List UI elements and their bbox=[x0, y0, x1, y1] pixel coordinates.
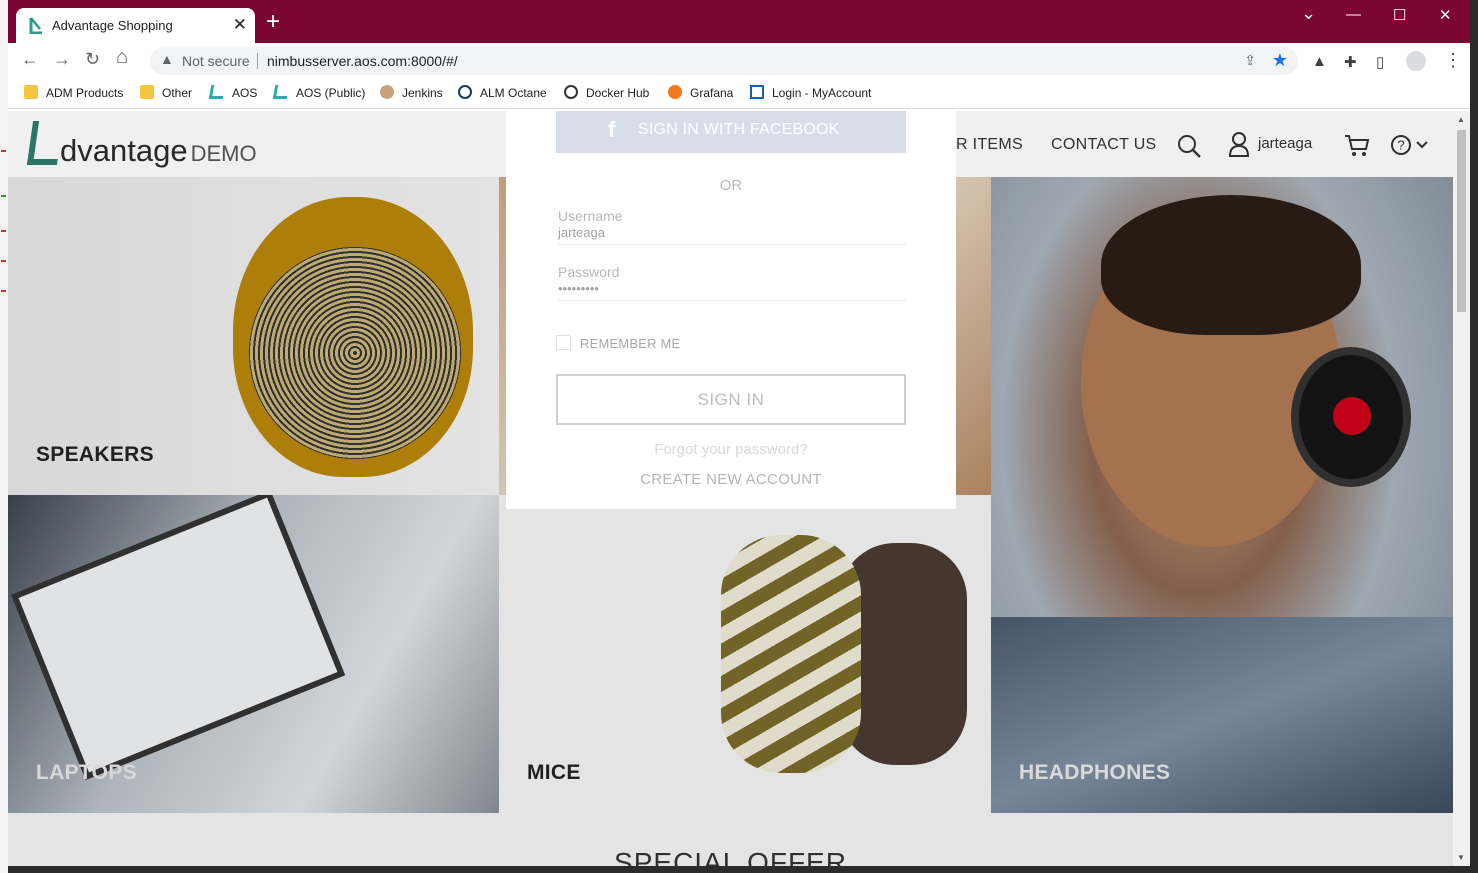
bookmark-label: Grafana bbox=[690, 86, 734, 100]
bookmark-docker-hub[interactable]: Docker Hub bbox=[564, 85, 649, 100]
extensions-puzzle-icon[interactable]: ✚ bbox=[1344, 53, 1357, 71]
bookmark-aos[interactable]: AOS bbox=[208, 85, 258, 100]
web-page: dvantage DEMO R ITEMS CONTACT US jarteaga… bbox=[8, 111, 1453, 866]
tab-title: Advantage Shopping bbox=[52, 18, 173, 33]
aos-favicon-icon bbox=[29, 17, 42, 34]
bookmark-adm-products[interactable]: ADM Products bbox=[24, 85, 123, 100]
password-placeholder: Password bbox=[558, 264, 620, 280]
new-tab-button[interactable]: + bbox=[266, 8, 280, 36]
security-label[interactable]: Not secure bbox=[182, 53, 250, 69]
bookmark-label: AOS bbox=[232, 86, 258, 100]
desktop-mark bbox=[1, 150, 6, 152]
folder-icon bbox=[140, 85, 154, 99]
scroll-up-icon[interactable]: ▲ bbox=[1457, 115, 1465, 124]
aos-icon bbox=[208, 85, 226, 99]
grafana-icon bbox=[668, 85, 682, 99]
reload-icon[interactable]: ↻ bbox=[85, 49, 100, 70]
username-value[interactable]: jarteaga bbox=[558, 225, 906, 240]
remember-me-checkbox[interactable] bbox=[556, 335, 571, 350]
address-bar[interactable]: ▲ Not secure nimbusserver.aos.com:8000/#… bbox=[150, 47, 1298, 75]
desktop-mark bbox=[1, 260, 6, 262]
bookmark-label: Other bbox=[162, 86, 193, 100]
bookmark-label: AOS (Public) bbox=[296, 86, 366, 100]
docker-icon bbox=[564, 85, 578, 99]
bookmark-label: ADM Products bbox=[46, 86, 124, 100]
extension-drive-icon[interactable]: ▲ bbox=[1312, 53, 1327, 70]
warning-icon: ▲ bbox=[160, 51, 174, 67]
password-field[interactable]: Password ••••••••• bbox=[558, 264, 906, 301]
maximize-button[interactable]: ☐ bbox=[1393, 6, 1406, 24]
login-modal: f SIGN IN WITH FACEBOOK OR Username jart… bbox=[506, 111, 956, 509]
forgot-password-link[interactable]: Forgot your password? bbox=[506, 441, 956, 458]
side-panel-icon[interactable]: ▯ bbox=[1376, 53, 1384, 71]
scroll-down-icon[interactable]: ▼ bbox=[1457, 853, 1465, 862]
jenkins-icon bbox=[380, 85, 394, 99]
aos-icon bbox=[272, 85, 290, 99]
folder-icon bbox=[24, 85, 38, 99]
desktop-mark bbox=[1, 230, 6, 232]
bookmarks-bar: ADM Products Other AOS AOS (Public) Jenk… bbox=[8, 79, 1470, 109]
scrollbar-thumb[interactable] bbox=[1457, 130, 1466, 312]
password-value[interactable]: ••••••••• bbox=[558, 281, 906, 296]
bookmark-grafana[interactable]: Grafana bbox=[668, 85, 733, 100]
bookmark-aos-public[interactable]: AOS (Public) bbox=[272, 85, 366, 100]
sign-in-button[interactable]: SIGN IN bbox=[556, 374, 906, 425]
browser-menu-icon[interactable]: ⋮ bbox=[1444, 50, 1462, 71]
facebook-icon: f bbox=[608, 117, 616, 142]
facebook-signin-label: SIGN IN WITH FACEBOOK bbox=[638, 121, 840, 138]
remember-me-label: REMEMBER ME bbox=[580, 336, 681, 351]
close-window-button[interactable]: ✕ bbox=[1439, 6, 1452, 24]
forward-icon[interactable]: → bbox=[53, 49, 71, 70]
tab-close-icon[interactable]: ✕ bbox=[233, 15, 247, 35]
bookmark-label: ALM Octane bbox=[480, 86, 547, 100]
bookmark-label: Login - MyAccount bbox=[772, 86, 872, 100]
minimize-button[interactable]: — bbox=[1346, 6, 1361, 23]
bookmark-jenkins[interactable]: Jenkins bbox=[380, 85, 443, 100]
octane-icon bbox=[458, 85, 472, 99]
home-icon[interactable]: ⌂ bbox=[116, 46, 128, 69]
profile-avatar-icon[interactable] bbox=[1406, 51, 1426, 71]
facebook-signin-button[interactable]: f SIGN IN WITH FACEBOOK bbox=[556, 111, 906, 153]
title-bar: Advantage Shopping ✕ + ⌄ — ☐ ✕ bbox=[8, 0, 1470, 43]
address-toolbar: ← → ↻ ⌂ ▲ Not secure nimbusserver.aos.co… bbox=[8, 43, 1470, 79]
bookmark-other[interactable]: Other bbox=[140, 85, 192, 100]
bookmark-label: Jenkins bbox=[402, 86, 443, 100]
browser-tab[interactable]: Advantage Shopping ✕ bbox=[16, 8, 255, 43]
create-account-link[interactable]: CREATE NEW ACCOUNT bbox=[506, 471, 956, 488]
share-icon[interactable]: ⇪ bbox=[1244, 52, 1256, 69]
back-icon[interactable]: ← bbox=[21, 49, 39, 70]
login-icon bbox=[750, 85, 764, 99]
bookmark-label: Docker Hub bbox=[586, 86, 650, 100]
or-divider: OR bbox=[719, 177, 743, 194]
omnibox-divider bbox=[257, 53, 258, 69]
bookmark-alm-octane[interactable]: ALM Octane bbox=[458, 85, 547, 100]
browser-window: Advantage Shopping ✕ + ⌄ — ☐ ✕ ← → ↻ ⌂ ▲… bbox=[8, 0, 1470, 866]
username-field[interactable]: Username jarteaga bbox=[558, 208, 906, 245]
url-text[interactable]: nimbusserver.aos.com:8000/#/ bbox=[267, 53, 458, 69]
desktop-mark bbox=[1, 195, 6, 197]
desktop-background-strip bbox=[0, 0, 8, 873]
page-scrollbar[interactable]: ▲ ▼ bbox=[1453, 111, 1470, 866]
username-placeholder: Username bbox=[558, 208, 623, 224]
bookmark-login-myaccount[interactable]: Login - MyAccount bbox=[750, 85, 871, 100]
desktop-mark bbox=[1, 290, 6, 292]
bookmark-star-icon[interactable]: ★ bbox=[1272, 50, 1288, 71]
tab-search-icon[interactable]: ⌄ bbox=[1301, 3, 1316, 24]
